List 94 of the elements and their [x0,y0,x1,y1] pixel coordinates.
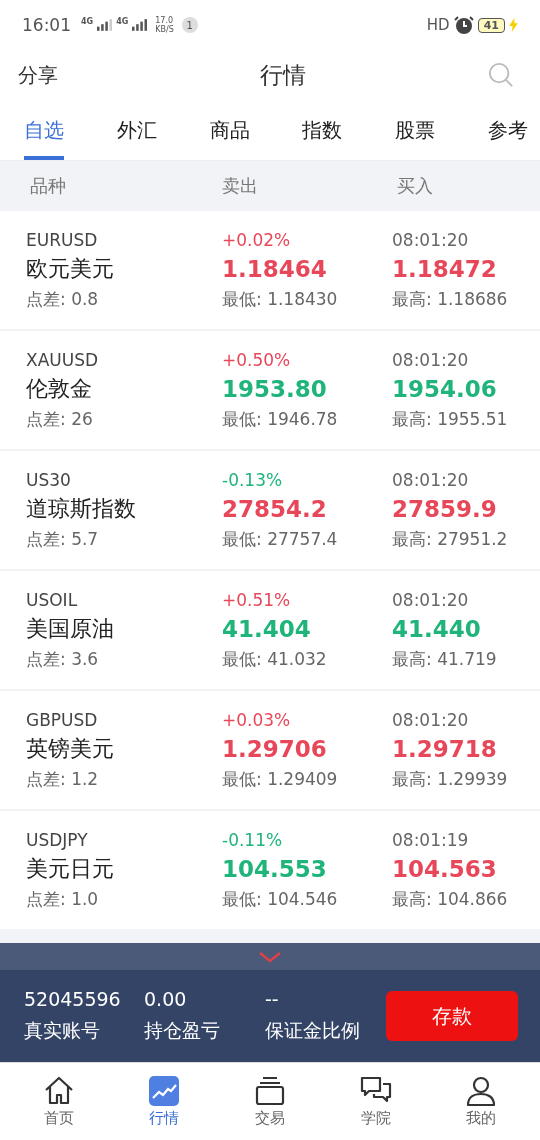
sell-price: 41.404 [222,614,312,644]
nav-tab[interactable]: 学院 [335,1063,416,1140]
high-price: 最高: 1.29939 [392,767,508,791]
category-tab[interactable]: 股票 [395,100,436,160]
sell-price: 1.29706 [222,734,328,764]
signal-icon [132,19,148,31]
high-price: 最高: 27951.2 [392,527,508,551]
category-tab[interactable]: 外汇 [116,100,157,160]
symbol-code: USOIL [26,589,79,610]
symbol-name: 美国原油 [26,614,115,643]
buy-price: 27859.9 [392,494,498,524]
high-price: 最高: 104.866 [392,887,508,911]
alarm-icon [453,15,474,35]
column-header: 买入 [397,174,433,198]
symbol-code: US30 [26,469,72,490]
page-title: 行情 [260,60,306,90]
symbol-code: GBPUSD [26,709,99,730]
charging-icon [509,18,518,32]
nav-tab[interactable]: 我的 [441,1063,522,1140]
category-tab[interactable]: 参考 [488,100,528,160]
low-price: 最低: 41.032 [222,647,328,671]
symbol-name: 美元日元 [26,854,115,883]
sell-price: 104.553 [222,854,328,884]
low-price: 最低: 1.18430 [222,287,339,311]
search-icon[interactable] [488,62,514,88]
person-icon [465,1075,498,1107]
quote-time: 08:01:20 [392,229,470,250]
spread-text: 点差: 1.0 [26,887,100,911]
account-value: 0.00 [144,988,188,1010]
battery-level: 41 [477,17,505,33]
low-price: 最低: 1.29409 [222,767,339,791]
spread-text: 点差: 3.6 [26,647,100,671]
account-value: -- [265,988,280,1010]
account-label: 真实账号 [24,1018,101,1043]
deposit-button[interactable]: 存款 [386,991,518,1041]
buy-price: 1.29718 [392,734,498,764]
spread-text: 点差: 26 [26,407,94,431]
nav-tab[interactable]: 交易 [230,1063,310,1140]
sell-price: 1.18464 [222,254,328,284]
change-percent: +0.02% [222,229,292,250]
stack-icon [254,1075,286,1107]
symbol-name: 道琼斯指数 [26,494,137,523]
change-percent: -0.11% [222,829,284,850]
column-header: 品种 [30,174,67,198]
symbol-code: EURUSD [26,229,99,250]
nav-tab[interactable]: 首页 [18,1063,99,1140]
share-link[interactable]: 分享 [18,61,58,89]
symbol-code: USDJPY [26,829,89,850]
signal-icon [97,19,113,31]
column-header: 卖出 [222,174,259,198]
buy-price: 1.18472 [392,254,498,284]
status-time: 16:01 [22,15,71,35]
low-price: 最低: 1946.78 [222,407,339,431]
category-tab[interactable]: 指数 [302,100,343,160]
low-price: 最低: 27757.4 [222,527,339,551]
high-price: 最高: 1.18686 [392,287,508,311]
speed-unit: KB/S [155,25,174,34]
change-percent: -0.13% [222,469,284,490]
nav-tab[interactable]: 行情 [124,1063,205,1140]
high-price: 最高: 1955.51 [392,407,508,431]
chart-icon [148,1075,181,1107]
category-tab[interactable]: 商品 [209,100,250,160]
quote-time: 08:01:20 [392,589,470,610]
quote-time: 08:01:19 [392,829,470,850]
buy-price: 104.563 [392,854,498,884]
symbol-name: 伦敦金 [26,374,93,403]
sell-price: 27854.2 [222,494,328,524]
symbol-name: 欧元美元 [26,254,115,283]
quote-time: 08:01:20 [392,469,470,490]
symbol-code: XAUUSD [26,349,100,370]
low-price: 最低: 104.546 [222,887,339,911]
change-percent: +0.50% [222,349,292,370]
buy-price: 1954.06 [392,374,498,404]
account-label: 持仓盈亏 [144,1018,221,1043]
spread-text: 点差: 1.2 [26,767,100,791]
chevron-down-icon[interactable] [258,950,282,963]
quote-time: 08:01:20 [392,709,470,730]
change-percent: +0.03% [222,709,292,730]
high-price: 最高: 41.719 [392,647,497,671]
sell-price: 1953.80 [222,374,328,404]
quote-time: 08:01:20 [392,349,470,370]
change-percent: +0.51% [222,589,292,610]
spread-text: 点差: 0.8 [26,287,100,311]
account-value: 52045596 [24,988,122,1010]
spread-text: 点差: 5.7 [26,527,100,551]
account-label: 保证金比例 [265,1018,361,1043]
buy-price: 41.440 [392,614,482,644]
symbol-name: 英镑美元 [26,734,115,763]
collapse-bar[interactable] [0,943,540,970]
hd-label: HD [426,16,450,34]
network-speed: 17.0 [155,16,174,25]
notification-badge: 1 [181,17,198,33]
network-label: 4G [116,16,129,26]
network-label: 4G [81,16,94,26]
